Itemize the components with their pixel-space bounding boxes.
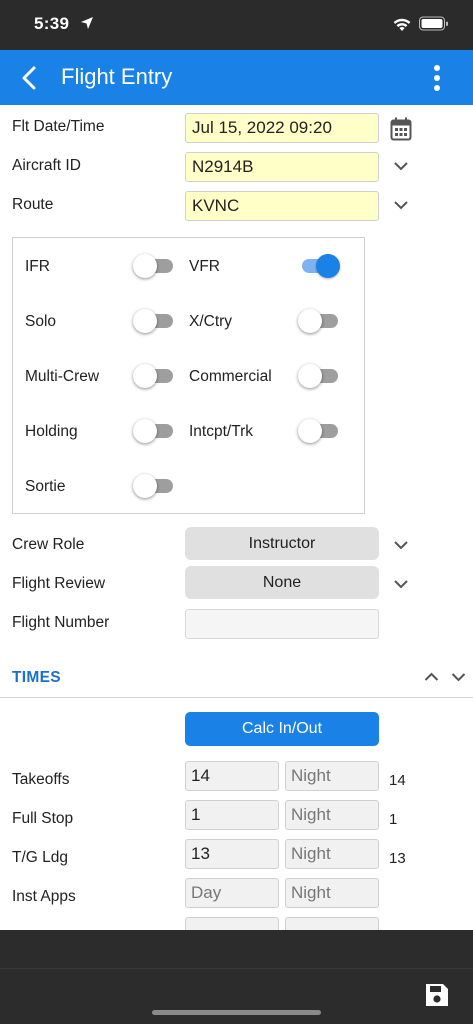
night-placeholder: Night <box>291 766 331 785</box>
tg-ldg-night-field[interactable]: Night <box>285 839 379 869</box>
partial-day-field[interactable] <box>185 917 279 930</box>
crew-role-label: Crew Role <box>12 536 85 553</box>
flight-number-field[interactable] <box>185 609 379 639</box>
times-row-label: T/G Ldg <box>12 849 68 866</box>
times-row-partial <box>0 915 473 930</box>
chevron-down-icon[interactable] <box>393 579 409 589</box>
flight-review-select[interactable]: None <box>185 566 379 599</box>
page-title: Flight Entry <box>61 64 173 89</box>
chevron-down-icon[interactable] <box>393 200 409 210</box>
toggle-label-solo: Solo <box>25 313 57 330</box>
bottom-toolbar <box>0 930 473 1024</box>
status-bar: 5:39 <box>0 0 473 50</box>
more-vertical-icon[interactable] <box>426 63 448 93</box>
toggle-label-holding: Holding <box>25 423 78 440</box>
day-placeholder: Day <box>191 883 222 902</box>
takeoffs-day-field[interactable]: 14 <box>185 761 279 791</box>
date-label: Flt Date/Time <box>12 118 105 135</box>
flight-number-row: Flight Number <box>0 603 473 642</box>
home-indicator[interactable] <box>152 1010 321 1015</box>
flight-number-label: Flight Number <box>12 614 110 631</box>
flight-review-label: Flight Review <box>12 575 106 592</box>
commercial-toggle[interactable] <box>298 364 340 388</box>
aircraft-row: Aircraft ID N2914B <box>0 146 473 185</box>
times-row-label: Inst Apps <box>12 888 76 905</box>
full-stop-total: 1 <box>389 811 398 828</box>
toggle-label-intcpt-trk: Intcpt/Trk <box>189 423 254 440</box>
times-row-inst-apps: Inst Apps Day Night <box>0 876 473 915</box>
aircraft-field[interactable]: N2914B <box>185 152 379 182</box>
solo-toggle[interactable] <box>133 309 175 333</box>
crew-role-select[interactable]: Instructor <box>185 527 379 560</box>
back-arrow-icon[interactable] <box>16 64 42 92</box>
full-stop-night-field[interactable]: Night <box>285 800 379 830</box>
times-section-header: TIMES <box>0 657 473 698</box>
partial-night-field[interactable] <box>285 917 379 930</box>
aircraft-label: Aircraft ID <box>12 157 81 174</box>
chevron-down-icon[interactable] <box>393 161 409 171</box>
toggle-label-vfr: VFR <box>189 258 220 275</box>
toolbar-divider <box>0 968 473 969</box>
date-row: Flt Date/Time Jul 15, 2022 09:20 <box>0 107 473 146</box>
times-row-tg-ldg: T/G Ldg 13 Night 13 <box>0 837 473 876</box>
multi-crew-toggle[interactable] <box>133 364 175 388</box>
night-placeholder: Night <box>291 805 331 824</box>
intcpt-trk-toggle[interactable] <box>298 419 340 443</box>
calendar-icon[interactable] <box>390 117 412 141</box>
battery-icon <box>419 16 448 31</box>
toggle-label-ifr: IFR <box>25 258 50 275</box>
route-row: Route KVNC <box>0 185 473 224</box>
chevron-down-icon[interactable] <box>393 540 409 550</box>
times-row-label: Takeoffs <box>12 771 70 788</box>
location-arrow-icon <box>81 17 93 29</box>
inst-apps-night-field[interactable]: Night <box>285 878 379 908</box>
holding-toggle[interactable] <box>133 419 175 443</box>
day-value: 14 <box>191 766 210 785</box>
tg-ldg-total: 13 <box>389 850 406 867</box>
night-placeholder: Night <box>291 883 331 902</box>
toggle-label-xctry: X/Ctry <box>189 313 233 330</box>
form-content[interactable]: Flt Date/Time Jul 15, 2022 09:20 Aircraf… <box>0 105 473 930</box>
inst-apps-day-field[interactable]: Day <box>185 878 279 908</box>
toggle-label-sortie: Sortie <box>25 478 66 495</box>
times-title: TIMES <box>12 669 61 686</box>
crew-role-row: Crew Role Instructor <box>0 525 473 564</box>
times-row-label: Full Stop <box>12 810 74 827</box>
day-value: 1 <box>191 805 201 824</box>
chevron-up-icon[interactable] <box>424 672 439 682</box>
ifr-toggle[interactable] <box>133 254 175 278</box>
chevron-down-icon[interactable] <box>451 672 466 682</box>
tg-ldg-day-field[interactable]: 13 <box>185 839 279 869</box>
flight-options-box: IFR VFR Solo X/Ctry Multi-Crew Commercia… <box>12 237 365 514</box>
wifi-icon <box>393 18 411 31</box>
route-field[interactable]: KVNC <box>185 191 379 221</box>
times-row-full-stop: Full Stop 1 Night 1 <box>0 798 473 837</box>
takeoffs-total: 14 <box>389 772 406 789</box>
night-placeholder: Night <box>291 844 331 863</box>
takeoffs-night-field[interactable]: Night <box>285 761 379 791</box>
status-time: 5:39 <box>34 14 70 33</box>
full-stop-day-field[interactable]: 1 <box>185 800 279 830</box>
vfr-toggle[interactable] <box>298 254 340 278</box>
save-icon[interactable] <box>423 981 451 1009</box>
xctry-toggle[interactable] <box>298 309 340 333</box>
times-row-takeoffs: Takeoffs 14 Night 14 <box>0 759 473 798</box>
calc-in-out-button[interactable]: Calc In/Out <box>185 712 379 746</box>
app-bar: Flight Entry <box>0 50 473 105</box>
route-label: Route <box>12 196 54 213</box>
toggle-label-multi-crew: Multi-Crew <box>25 368 100 385</box>
date-field[interactable]: Jul 15, 2022 09:20 <box>185 113 379 143</box>
flight-review-row: Flight Review None <box>0 564 473 603</box>
sortie-toggle[interactable] <box>133 474 175 498</box>
day-value: 13 <box>191 844 210 863</box>
toggle-label-commercial: Commercial <box>189 368 272 385</box>
